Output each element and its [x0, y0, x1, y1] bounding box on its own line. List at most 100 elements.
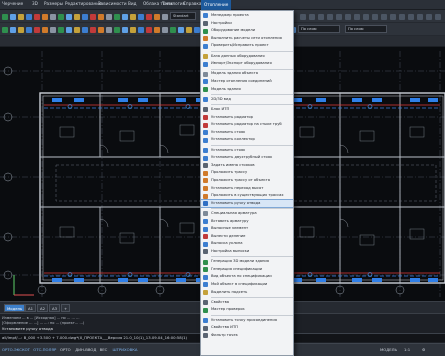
heating-menu-item[interactable]: Выполнить расчеты сети отопления: [201, 35, 293, 43]
toolbar-tool-icon[interactable]: [26, 26, 32, 33]
heating-menu-item[interactable]: Выноска уклона: [201, 240, 293, 248]
heating-menu-item[interactable]: Вид объекта по спецификации: [201, 273, 293, 281]
heating-menu-item[interactable]: Установить коллектор: [201, 136, 293, 144]
heating-menu-item[interactable]: Проложить трассу: [201, 169, 293, 177]
toolbar-tool-icon[interactable]: [18, 13, 24, 20]
heating-menu-item[interactable]: Установить радиатор на стыке труб: [201, 121, 293, 129]
heating-menu-item[interactable]: Генерация 3D модели здания: [201, 258, 293, 266]
toolbar-tool-icon[interactable]: [130, 13, 136, 20]
toolbar-tool-icon[interactable]: [390, 13, 396, 20]
heating-menu-item[interactable]: Оборудование модели: [201, 27, 293, 35]
toolbar-tool-icon[interactable]: [66, 26, 72, 33]
toolbar-tool-icon[interactable]: [34, 26, 40, 33]
heating-menu-item[interactable]: Вынести деление: [201, 233, 293, 241]
toolbar-tool-icon[interactable]: [417, 13, 423, 20]
toolbar-tool-icon[interactable]: [82, 13, 88, 20]
heating-menu-item[interactable]: Блок ИТП: [201, 106, 293, 114]
heating-menu-item[interactable]: Выделить подсеть: [201, 289, 293, 297]
layout-tab-a1[interactable]: A1: [25, 304, 37, 312]
menu-3[interactable]: Размеры: [44, 1, 63, 6]
heating-menu-item[interactable]: Модель здания объекта: [201, 70, 293, 78]
toolbar-tool-icon[interactable]: [122, 26, 128, 33]
layout-tab-a3[interactable]: A3: [49, 304, 61, 312]
toolbar-tool-icon[interactable]: [10, 13, 16, 20]
toolbar-tool-icon[interactable]: [162, 13, 168, 20]
heating-menu-item[interactable]: Проложить в существующих трассах: [201, 192, 293, 200]
toolbar-tool-icon[interactable]: [408, 13, 414, 20]
menu-10[interactable]: Отопление: [201, 0, 232, 10]
toolbar-tool-icon[interactable]: [372, 13, 378, 20]
heating-menu-item[interactable]: Менеджер проекта: [201, 12, 293, 20]
linetype-select[interactable]: По слою: [345, 25, 387, 33]
gear-icon[interactable]: ⚙: [422, 347, 425, 352]
heating-menu-item[interactable]: Установить точку присоединения: [201, 317, 293, 325]
toolbar-tool-icon[interactable]: [98, 26, 104, 33]
heating-menu-item[interactable]: Настройка выноски: [201, 248, 293, 256]
menu-1[interactable]: Черчение: [2, 1, 23, 6]
toolbar-tool-icon[interactable]: [309, 13, 315, 20]
toolbar-tool-icon[interactable]: [42, 26, 48, 33]
heating-menu-item[interactable]: Модель здания: [201, 86, 293, 94]
status-toggle-1[interactable]: ОРТО-ЭКСКОТ: [2, 347, 30, 352]
heating-menu-item[interactable]: Проверить/Исправить проект: [201, 42, 293, 50]
toolbar-tool-icon[interactable]: [34, 13, 40, 20]
heating-menu-item[interactable]: Специальная арматура: [201, 210, 293, 218]
heating-menu-item[interactable]: Вставить арматуру: [201, 218, 293, 226]
toolbar-tool-icon[interactable]: [50, 26, 56, 33]
text-style-select[interactable]: Standart: [170, 12, 196, 20]
toolbar-tool-icon[interactable]: [154, 26, 160, 33]
menu-9[interactable]: Справка: [183, 1, 201, 6]
scale-indicator[interactable]: 1:1: [404, 347, 410, 352]
toolbar-tool-icon[interactable]: [74, 13, 80, 20]
toolbar-tool-icon[interactable]: [300, 13, 306, 20]
heating-menu-item[interactable]: Установить переход высот: [201, 185, 293, 193]
heating-menu-item[interactable]: Свойства ИТП: [201, 324, 293, 332]
toolbar-tool-icon[interactable]: [186, 26, 192, 33]
toolbar-tool-icon[interactable]: [90, 13, 96, 20]
space-indicator[interactable]: МОДЕЛЬ: [380, 347, 397, 352]
status-toggle-4[interactable]: ДИН-ВВОД: [75, 347, 96, 352]
toolbar-tool-icon[interactable]: [18, 26, 24, 33]
heating-menu-item[interactable]: Свойства: [201, 299, 293, 307]
toolbar-tool-icon[interactable]: [74, 26, 80, 33]
heating-menu-item[interactable]: Установить двухтрубный стояк: [201, 154, 293, 162]
heating-menu-item[interactable]: Установить ручку отвода: [201, 198, 293, 209]
toolbar-tool-icon[interactable]: [363, 13, 369, 20]
heating-menu-item[interactable]: Мастер проверок: [201, 306, 293, 314]
heating-menu-item[interactable]: База данных оборудования: [201, 53, 293, 61]
menu-5[interactable]: Зависимости: [98, 1, 127, 6]
heating-menu-item[interactable]: Мастер отопления соединений: [201, 78, 293, 86]
heating-menu-item[interactable]: Генерация спецификации: [201, 266, 293, 274]
toolbar-tool-icon[interactable]: [122, 13, 128, 20]
status-toggle-2[interactable]: ОТС-ПОЛЯР: [33, 347, 56, 352]
toolbar-tool-icon[interactable]: [90, 26, 96, 33]
add-layout-button[interactable]: +: [61, 304, 71, 312]
menu-2[interactable]: 3D: [32, 1, 38, 6]
menu-8[interactable]: Топология: [162, 1, 185, 6]
toolbar-tool-icon[interactable]: [327, 13, 333, 20]
heating-menu-item[interactable]: Фильтр точек: [201, 332, 293, 340]
toolbar-tool-icon[interactable]: [345, 13, 351, 20]
heating-menu-item[interactable]: Проложить трассу от объекта: [201, 177, 293, 185]
toolbar-tool-icon[interactable]: [146, 13, 152, 20]
toolbar-tool-icon[interactable]: [154, 13, 160, 20]
toolbar-tool-icon[interactable]: [114, 26, 120, 33]
toolbar-tool-icon[interactable]: [399, 13, 405, 20]
toolbar-tool-icon[interactable]: [42, 13, 48, 20]
toolbar-tool-icon[interactable]: [50, 13, 56, 20]
toolbar-tool-icon[interactable]: [10, 26, 16, 33]
toolbar-tool-icon[interactable]: [66, 13, 72, 20]
toolbar-tool-icon[interactable]: [146, 26, 152, 33]
toolbar-tool-icon[interactable]: [138, 26, 144, 33]
color-select[interactable]: По слою: [298, 25, 340, 33]
toolbar-tool-icon[interactable]: [106, 26, 112, 33]
toolbar-tool-icon[interactable]: [26, 13, 32, 20]
menu-6[interactable]: Вид: [128, 1, 137, 6]
layout-tab-a2[interactable]: A2: [37, 304, 49, 312]
toolbar-tool-icon[interactable]: [162, 26, 168, 33]
toolbar-tool-icon[interactable]: [318, 13, 324, 20]
toolbar-tool-icon[interactable]: [138, 13, 144, 20]
heating-menu-item[interactable]: Установить радиатор: [201, 114, 293, 122]
menu-4[interactable]: Редактирование: [65, 1, 102, 6]
heating-menu-item[interactable]: Настройки: [201, 20, 293, 28]
